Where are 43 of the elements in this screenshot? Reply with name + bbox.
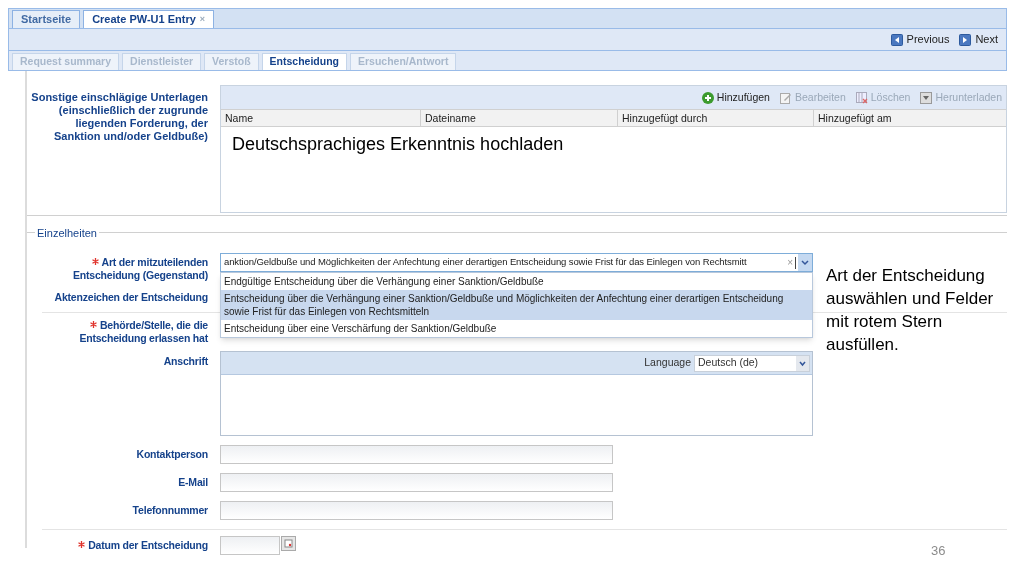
dropdown-icon[interactable] [798, 254, 812, 271]
document-tab[interactable]: Create PW-U1 Entry × [83, 10, 215, 28]
field-label: Anschrift [162, 354, 208, 369]
language-label: Language [644, 355, 691, 371]
slide-number: 36 [931, 542, 946, 560]
text-field[interactable] [220, 501, 613, 520]
column-header[interactable]: Dateiname [421, 110, 618, 126]
required-asterisk-icon [91, 258, 99, 265]
required-asterisk-icon [90, 321, 97, 328]
plus-icon [701, 91, 714, 104]
download-icon [920, 91, 933, 104]
table-delete-icon [855, 91, 868, 104]
required-asterisk-icon [78, 541, 86, 548]
field-label: Kontaktperson [135, 447, 208, 461]
text-field[interactable] [220, 473, 613, 492]
add-button[interactable]: Hinzufügen [701, 89, 770, 106]
upload-note: Deutschsprachiges Erkenntnis hochladen [231, 133, 565, 156]
column-header[interactable]: Hinzugefügt durch [618, 110, 814, 126]
pencil-icon [779, 91, 792, 104]
previous-button[interactable]: Previous [890, 31, 950, 48]
field-label: Art der mitzuteilenden Entscheidung (Gegenstand) [72, 255, 208, 283]
column-header[interactable]: Hinzugefügt am [814, 110, 1006, 126]
combobox-value: anktion/Geldbuße und Möglichkeiten der Anfechtung einer derartigen Entscheidung sowie Frist für das Einlegen von Rechtsmitt [223, 255, 748, 270]
text-field[interactable] [220, 445, 613, 464]
column-header[interactable]: Name [221, 110, 421, 126]
next-button[interactable]: Next [959, 31, 998, 48]
field-label: E-Mail [177, 475, 208, 489]
field-label: Aktenzeichen der Entscheidung [53, 290, 208, 305]
dropdown-option[interactable]: Entscheidung über eine Verschärfung der Sanktion/Geldbuße [221, 320, 812, 337]
calendar-icon[interactable] [281, 536, 296, 551]
dropdown-icon[interactable] [796, 355, 809, 371]
document-tab[interactable]: Startseite [12, 10, 81, 28]
field-label: Behörde/Stelle, die die Entscheidung erlassen hat [78, 319, 208, 346]
date-field[interactable] [220, 536, 280, 555]
instruction-note: Art der Entscheidung auswählen und Felder mit rotem Stern ausfüllen. [826, 265, 995, 356]
decision-type-combobox[interactable]: anktion/Geldbuße und Möglichkeiten der Anfechtung einer derartigen Entscheidung sowie Frist für das Einlegen von Rechtsmitt × [220, 253, 813, 272]
dropdown-option[interactable]: Entscheidung über die Verhängung einer Sanktion/Geldbuße und Möglichkeiten der Anfechtung einer derartigen Entscheidung sowie Frist für das Einlegen von Rechtsmitteln [221, 290, 812, 320]
field-label: Telefonnummer [131, 503, 208, 517]
form-tab[interactable]: Entscheidung [261, 53, 347, 70]
field-label: Sonstige einschlägige Unterlagen (einschließlich der zugrunde liegenden Forderung, der Sanktion und/oder Geldbuße) [30, 90, 208, 144]
language-select[interactable]: Deutsch (de) [694, 354, 810, 372]
dropdown-option[interactable]: Endgültige Entscheidung über die Verhängung einer Sanktion/Geldbuße [221, 273, 812, 290]
field-label: Datum der Entscheidung [27, 536, 208, 552]
